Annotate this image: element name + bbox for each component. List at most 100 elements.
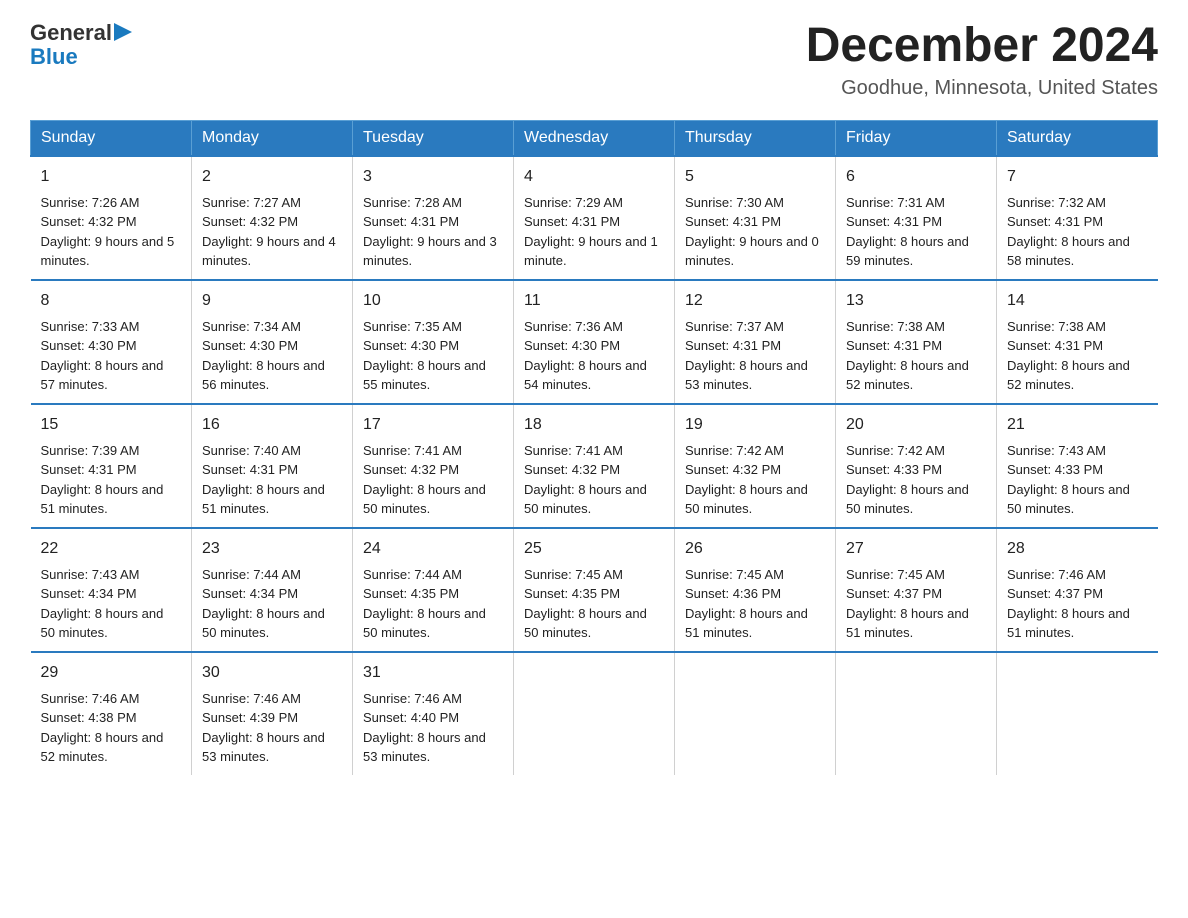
day-number: 10 — [363, 289, 503, 313]
day-number: 17 — [363, 413, 503, 437]
weekday-header-monday: Monday — [192, 120, 353, 156]
weekday-header-row: SundayMondayTuesdayWednesdayThursdayFrid… — [31, 120, 1158, 156]
day-number: 9 — [202, 289, 342, 313]
day-number: 12 — [685, 289, 825, 313]
day-number: 14 — [1007, 289, 1148, 313]
day-number: 31 — [363, 661, 503, 685]
weekday-header-friday: Friday — [836, 120, 997, 156]
day-info: Sunrise: 7:43 AMSunset: 4:34 PMDaylight:… — [41, 567, 164, 641]
day-number: 6 — [846, 165, 986, 189]
calendar-cell: 3 Sunrise: 7:28 AMSunset: 4:31 PMDaylight… — [353, 156, 514, 280]
day-number: 18 — [524, 413, 664, 437]
day-info: Sunrise: 7:38 AMSunset: 4:31 PMDaylight:… — [846, 319, 969, 393]
day-number: 19 — [685, 413, 825, 437]
day-number: 13 — [846, 289, 986, 313]
calendar-cell: 23 Sunrise: 7:44 AMSunset: 4:34 PMDayligh… — [192, 528, 353, 652]
day-info: Sunrise: 7:45 AMSunset: 4:37 PMDaylight:… — [846, 567, 969, 641]
day-number: 7 — [1007, 165, 1148, 189]
day-number: 30 — [202, 661, 342, 685]
day-number: 5 — [685, 165, 825, 189]
calendar-cell: 16 Sunrise: 7:40 AMSunset: 4:31 PMDayligh… — [192, 404, 353, 528]
logo: General Blue — [30, 20, 132, 70]
day-info: Sunrise: 7:42 AMSunset: 4:32 PMDaylight:… — [685, 443, 808, 517]
day-info: Sunrise: 7:34 AMSunset: 4:30 PMDaylight:… — [202, 319, 325, 393]
day-number: 26 — [685, 537, 825, 561]
calendar-cell: 17 Sunrise: 7:41 AMSunset: 4:32 PMDayligh… — [353, 404, 514, 528]
calendar-week-row: 29 Sunrise: 7:46 AMSunset: 4:38 PMDayligh… — [31, 652, 1158, 775]
day-info: Sunrise: 7:38 AMSunset: 4:31 PMDaylight:… — [1007, 319, 1130, 393]
day-info: Sunrise: 7:45 AMSunset: 4:35 PMDaylight:… — [524, 567, 647, 641]
day-number: 15 — [41, 413, 182, 437]
day-info: Sunrise: 7:39 AMSunset: 4:31 PMDaylight:… — [41, 443, 164, 517]
day-number: 4 — [524, 165, 664, 189]
calendar-cell: 9 Sunrise: 7:34 AMSunset: 4:30 PMDaylight… — [192, 280, 353, 404]
weekday-header-saturday: Saturday — [997, 120, 1158, 156]
title-section: December 2024 Goodhue, Minnesota, United… — [806, 20, 1158, 100]
day-info: Sunrise: 7:31 AMSunset: 4:31 PMDaylight:… — [846, 195, 969, 269]
calendar-cell: 26 Sunrise: 7:45 AMSunset: 4:36 PMDayligh… — [675, 528, 836, 652]
calendar-cell — [997, 652, 1158, 775]
day-info: Sunrise: 7:46 AMSunset: 4:40 PMDaylight:… — [363, 691, 486, 765]
day-number: 25 — [524, 537, 664, 561]
day-info: Sunrise: 7:44 AMSunset: 4:34 PMDaylight:… — [202, 567, 325, 641]
calendar-cell: 30 Sunrise: 7:46 AMSunset: 4:39 PMDayligh… — [192, 652, 353, 775]
page-header: General Blue December 2024 Goodhue, Minn… — [30, 20, 1158, 100]
calendar-cell: 20 Sunrise: 7:42 AMSunset: 4:33 PMDayligh… — [836, 404, 997, 528]
calendar-cell: 10 Sunrise: 7:35 AMSunset: 4:30 PMDayligh… — [353, 280, 514, 404]
day-info: Sunrise: 7:36 AMSunset: 4:30 PMDaylight:… — [524, 319, 647, 393]
calendar-cell: 29 Sunrise: 7:46 AMSunset: 4:38 PMDayligh… — [31, 652, 192, 775]
weekday-header-tuesday: Tuesday — [353, 120, 514, 156]
calendar-cell: 7 Sunrise: 7:32 AMSunset: 4:31 PMDaylight… — [997, 156, 1158, 280]
calendar-cell: 19 Sunrise: 7:42 AMSunset: 4:32 PMDayligh… — [675, 404, 836, 528]
day-info: Sunrise: 7:30 AMSunset: 4:31 PMDaylight:… — [685, 195, 819, 269]
logo-triangle-icon — [114, 23, 132, 41]
day-info: Sunrise: 7:46 AMSunset: 4:38 PMDaylight:… — [41, 691, 164, 765]
day-number: 11 — [524, 289, 664, 313]
calendar-cell: 27 Sunrise: 7:45 AMSunset: 4:37 PMDayligh… — [836, 528, 997, 652]
day-info: Sunrise: 7:26 AMSunset: 4:32 PMDaylight:… — [41, 195, 175, 269]
logo-blue: Blue — [30, 44, 78, 70]
calendar-cell: 5 Sunrise: 7:30 AMSunset: 4:31 PMDaylight… — [675, 156, 836, 280]
day-number: 23 — [202, 537, 342, 561]
day-info: Sunrise: 7:45 AMSunset: 4:36 PMDaylight:… — [685, 567, 808, 641]
calendar-cell — [675, 652, 836, 775]
day-info: Sunrise: 7:40 AMSunset: 4:31 PMDaylight:… — [202, 443, 325, 517]
day-info: Sunrise: 7:35 AMSunset: 4:30 PMDaylight:… — [363, 319, 486, 393]
day-number: 27 — [846, 537, 986, 561]
day-info: Sunrise: 7:41 AMSunset: 4:32 PMDaylight:… — [363, 443, 486, 517]
day-info: Sunrise: 7:43 AMSunset: 4:33 PMDaylight:… — [1007, 443, 1130, 517]
day-info: Sunrise: 7:29 AMSunset: 4:31 PMDaylight:… — [524, 195, 658, 269]
day-number: 16 — [202, 413, 342, 437]
calendar-cell: 18 Sunrise: 7:41 AMSunset: 4:32 PMDayligh… — [514, 404, 675, 528]
calendar-table: SundayMondayTuesdayWednesdayThursdayFrid… — [30, 120, 1158, 775]
calendar-cell: 21Sunrise: 7:43 AMSunset: 4:33 PMDayligh… — [997, 404, 1158, 528]
calendar-cell: 12Sunrise: 7:37 AMSunset: 4:31 PMDayligh… — [675, 280, 836, 404]
day-number: 2 — [202, 165, 342, 189]
day-number: 20 — [846, 413, 986, 437]
calendar-week-row: 15 Sunrise: 7:39 AMSunset: 4:31 PMDayligh… — [31, 404, 1158, 528]
day-info: Sunrise: 7:46 AMSunset: 4:39 PMDaylight:… — [202, 691, 325, 765]
day-info: Sunrise: 7:42 AMSunset: 4:33 PMDaylight:… — [846, 443, 969, 517]
calendar-cell: 24Sunrise: 7:44 AMSunset: 4:35 PMDayligh… — [353, 528, 514, 652]
calendar-cell — [836, 652, 997, 775]
calendar-cell: 31 Sunrise: 7:46 AMSunset: 4:40 PMDayligh… — [353, 652, 514, 775]
day-info: Sunrise: 7:32 AMSunset: 4:31 PMDaylight:… — [1007, 195, 1130, 269]
calendar-cell: 14 Sunrise: 7:38 AMSunset: 4:31 PMDayligh… — [997, 280, 1158, 404]
weekday-header-thursday: Thursday — [675, 120, 836, 156]
calendar-cell: 6 Sunrise: 7:31 AMSunset: 4:31 PMDaylight… — [836, 156, 997, 280]
day-info: Sunrise: 7:28 AMSunset: 4:31 PMDaylight:… — [363, 195, 497, 269]
calendar-week-row: 8Sunrise: 7:33 AMSunset: 4:30 PMDaylight… — [31, 280, 1158, 404]
calendar-cell: 8Sunrise: 7:33 AMSunset: 4:30 PMDaylight… — [31, 280, 192, 404]
calendar-cell: 15 Sunrise: 7:39 AMSunset: 4:31 PMDayligh… — [31, 404, 192, 528]
calendar-cell: 1 Sunrise: 7:26 AMSunset: 4:32 PMDaylight… — [31, 156, 192, 280]
day-number: 28 — [1007, 537, 1148, 561]
day-number: 29 — [41, 661, 182, 685]
day-number: 3 — [363, 165, 503, 189]
day-info: Sunrise: 7:44 AMSunset: 4:35 PMDaylight:… — [363, 567, 486, 641]
calendar-cell: 25 Sunrise: 7:45 AMSunset: 4:35 PMDayligh… — [514, 528, 675, 652]
day-info: Sunrise: 7:41 AMSunset: 4:32 PMDaylight:… — [524, 443, 647, 517]
day-number: 8 — [41, 289, 182, 313]
calendar-cell: 11 Sunrise: 7:36 AMSunset: 4:30 PMDayligh… — [514, 280, 675, 404]
day-info: Sunrise: 7:27 AMSunset: 4:32 PMDaylight:… — [202, 195, 336, 269]
day-number: 1 — [41, 165, 182, 189]
